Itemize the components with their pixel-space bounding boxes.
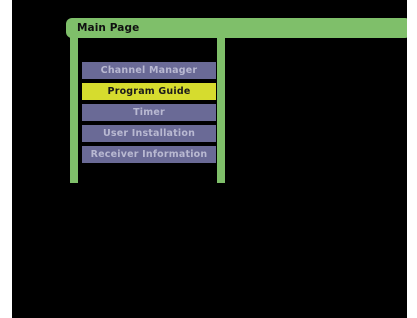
tv-screen: Main Page Channel Manager Program Guide …	[12, 0, 407, 318]
menu-item-user-installation[interactable]: User Installation	[82, 125, 216, 142]
menu-item-program-guide[interactable]: Program Guide	[82, 83, 216, 100]
title-bar: Main Page	[66, 18, 407, 38]
main-menu: Channel Manager Program Guide Timer User…	[82, 62, 216, 167]
page-title: Main Page	[77, 22, 140, 34]
menu-item-receiver-information[interactable]: Receiver Information	[82, 146, 216, 163]
menu-item-timer[interactable]: Timer	[82, 104, 216, 121]
menu-frame-left	[70, 36, 78, 183]
menu-item-channel-manager[interactable]: Channel Manager	[82, 62, 216, 79]
menu-frame-right	[217, 36, 225, 183]
